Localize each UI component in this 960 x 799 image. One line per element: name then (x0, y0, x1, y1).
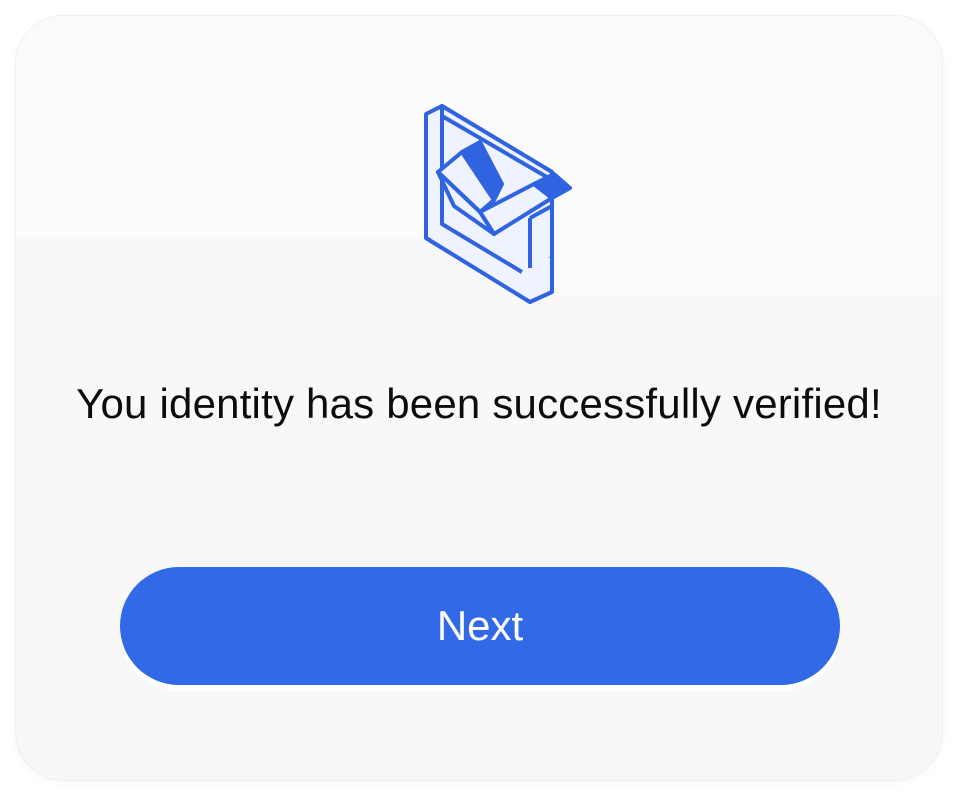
verification-success-message: You identity has been successfully verif… (76, 380, 882, 427)
next-button[interactable]: Next (120, 567, 840, 685)
verification-success-card: You identity has been successfully verif… (16, 16, 942, 780)
verified-check-shield-icon (424, 104, 572, 304)
card-header-band-extension (536, 216, 942, 296)
